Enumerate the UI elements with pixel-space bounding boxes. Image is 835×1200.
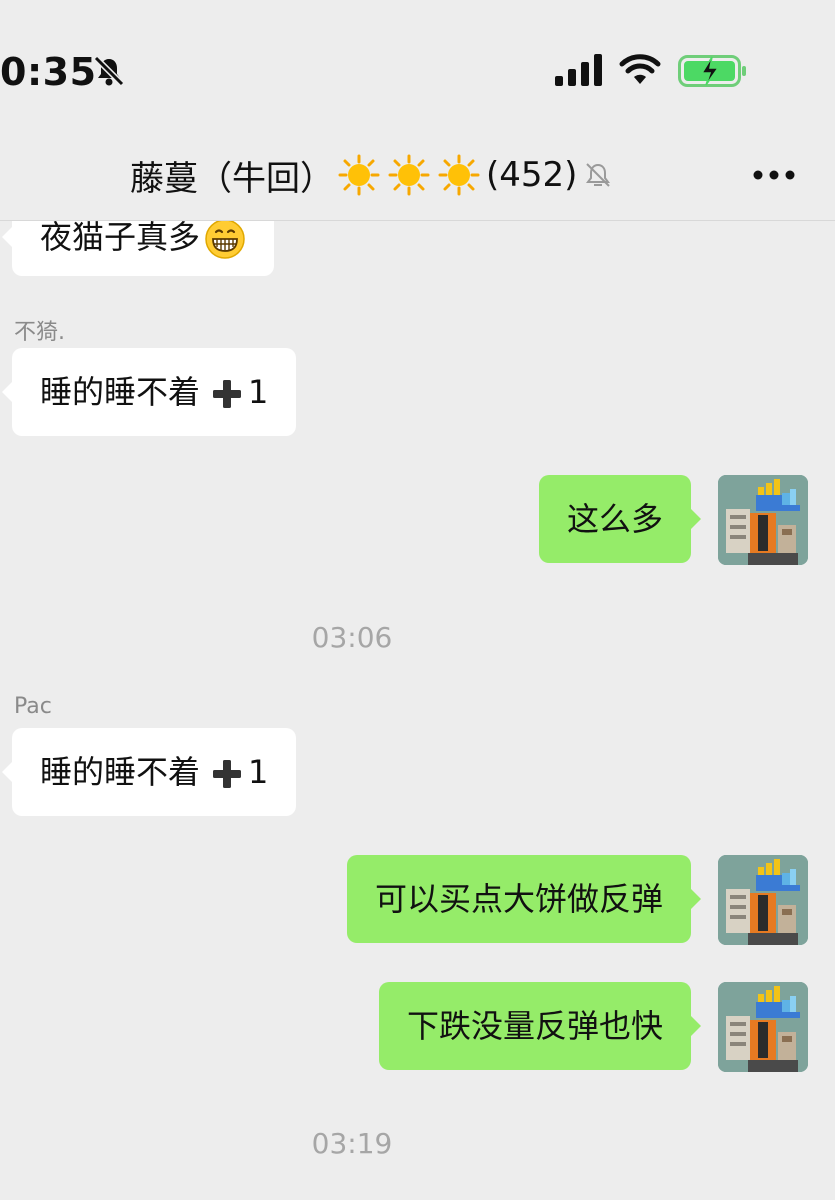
message-text: 下跌没量反弹也快 [406, 1007, 663, 1045]
heavy-plus-icon [213, 380, 242, 408]
message-bubble-outgoing[interactable]: 可以买点大饼做反弹 [346, 855, 702, 943]
cellular-signal-icon [555, 54, 602, 86]
chat-header: 藤蔓（牛回） (452) [0, 130, 835, 221]
message-text: 夜猫子真多 [40, 221, 201, 256]
more-icon[interactable] [752, 168, 796, 182]
wifi-icon [619, 54, 661, 84]
battery-charging-icon [678, 55, 746, 87]
message-suffix: 1 [248, 753, 269, 791]
grinning-face-emoji [205, 221, 245, 259]
message-suffix: 1 [248, 373, 269, 411]
user-avatar[interactable] [718, 475, 808, 565]
message-list[interactable]: 夜猫子真多 不猗. 睡的睡不着 1 这么多 03:06 Pac 睡的睡不着 1 … [0, 221, 835, 1200]
heavy-plus-icon [213, 760, 242, 788]
member-count: (452) [486, 155, 578, 195]
status-time: 0:35 [0, 50, 97, 94]
sender-name: 不猗. [14, 320, 65, 345]
group-name: 藤蔓（牛回） [130, 158, 334, 199]
message-text: 睡的睡不着 [40, 753, 201, 791]
message-bubble-incoming[interactable]: 夜猫子真多 [1, 221, 275, 276]
message-timestamp: 03:19 [311, 1127, 393, 1160]
message-bubble-outgoing[interactable]: 下跌没量反弹也快 [378, 982, 702, 1070]
message-text: 这么多 [566, 500, 663, 538]
status-bar: 0:35 [0, 0, 835, 130]
message-bubble-incoming[interactable]: 睡的睡不着 1 [1, 728, 297, 816]
chat-screen: 0:35 藤蔓（牛回） (452) 夜猫子真多 不猗. 睡的睡不着 1 这么多 … [0, 0, 835, 1200]
sender-name: Pac [14, 694, 52, 719]
sun-emoji [388, 154, 430, 196]
message-bubble-outgoing[interactable]: 这么多 [538, 475, 702, 563]
message-text: 睡的睡不着 [40, 373, 201, 411]
sun-emoji [338, 154, 380, 196]
group-title[interactable]: 藤蔓（牛回） (452) [130, 150, 613, 200]
bell-slash-icon [586, 163, 611, 187]
user-avatar[interactable] [718, 982, 808, 1072]
message-text: 可以买点大饼做反弹 [374, 880, 663, 918]
user-avatar[interactable] [718, 855, 808, 945]
bell-slash-icon [93, 55, 125, 87]
message-bubble-incoming[interactable]: 睡的睡不着 1 [1, 348, 297, 436]
message-timestamp: 03:06 [311, 621, 393, 654]
sun-emoji [438, 154, 480, 196]
